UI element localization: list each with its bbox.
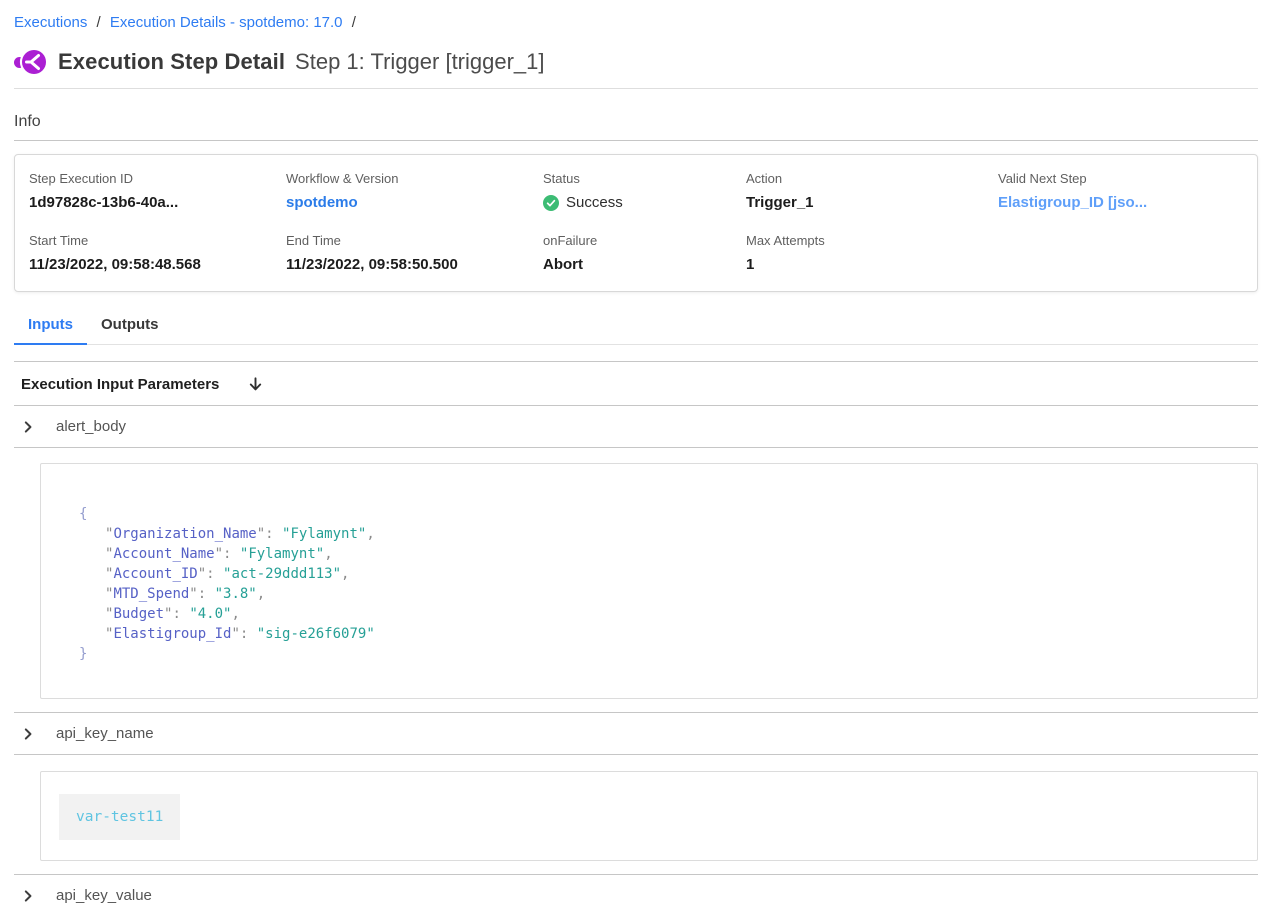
- param-row-api-key-name[interactable]: api_key_name: [14, 713, 1258, 755]
- page-subtitle: Step 1: Trigger [trigger_1]: [295, 49, 544, 75]
- api-key-name-value-card: var-test11: [40, 771, 1258, 861]
- breadcrumb-link-executions[interactable]: Executions: [14, 14, 87, 31]
- info-divider: [14, 140, 1258, 141]
- status-text: Success: [566, 194, 623, 211]
- field-label: Start Time: [29, 233, 286, 248]
- field-value: 11/23/2022, 09:58:50.500: [286, 256, 543, 273]
- param-label: api_key_name: [56, 725, 154, 742]
- field-label: Valid Next Step: [998, 171, 1243, 186]
- alert-body-value-card: {"Organization_Name": "Fylamynt","Accoun…: [40, 463, 1258, 699]
- info-card: Step Execution ID 1d97828c-13b6-40a... W…: [14, 154, 1258, 292]
- field-label: onFailure: [543, 233, 746, 248]
- workflow-brand-icon: [14, 46, 46, 78]
- title-row: Execution Step Detail Step 1: Trigger [t…: [14, 46, 1258, 78]
- chevron-right-icon: [21, 889, 35, 903]
- field-start-time: Start Time 11/23/2022, 09:58:48.568: [29, 233, 286, 273]
- title-divider: [14, 88, 1258, 89]
- param-label: api_key_value: [56, 887, 152, 904]
- execution-step-detail-page: Executions / Execution Details - spotdem…: [0, 0, 1272, 915]
- tab-inputs[interactable]: Inputs: [14, 309, 87, 345]
- execution-input-parameters-header: Execution Input Parameters: [14, 362, 1258, 406]
- section-title: Execution Input Parameters: [21, 376, 219, 393]
- workflow-link[interactable]: spotdemo: [286, 194, 543, 211]
- arrow-down-icon[interactable]: [247, 376, 264, 393]
- tab-outputs[interactable]: Outputs: [87, 309, 173, 345]
- breadcrumb-separator: /: [97, 14, 101, 31]
- json-code-block: {"Organization_Name": "Fylamynt","Accoun…: [79, 504, 1219, 664]
- field-label: Max Attempts: [746, 233, 998, 248]
- info-heading: Info: [14, 113, 1258, 131]
- breadcrumb-link-execution-details[interactable]: Execution Details - spotdemo: 17.0: [110, 14, 343, 31]
- param-label: alert_body: [56, 418, 126, 435]
- field-value: Trigger_1: [746, 194, 998, 211]
- field-value: 11/23/2022, 09:58:48.568: [29, 256, 286, 273]
- field-onfailure: onFailure Abort: [543, 233, 746, 273]
- field-value: Abort: [543, 256, 746, 273]
- field-step-execution-id: Step Execution ID 1d97828c-13b6-40a...: [29, 171, 286, 211]
- page-title: Execution Step Detail: [58, 49, 285, 75]
- success-check-icon: [543, 195, 559, 211]
- field-workflow-version: Workflow & Version spotdemo: [286, 171, 543, 211]
- field-valid-next-step: Valid Next Step Elastigroup_ID [jso...: [998, 171, 1243, 211]
- breadcrumb: Executions / Execution Details - spotdem…: [14, 14, 1258, 32]
- param-row-api-key-value[interactable]: api_key_value: [14, 875, 1258, 915]
- field-label: End Time: [286, 233, 543, 248]
- field-status: Status Success: [543, 171, 746, 211]
- field-action: Action Trigger_1: [746, 171, 998, 211]
- field-label: Workflow & Version: [286, 171, 543, 186]
- breadcrumb-separator: /: [352, 14, 356, 31]
- status-badge: Success: [543, 194, 746, 211]
- field-label: Step Execution ID: [29, 171, 286, 186]
- field-label: Action: [746, 171, 998, 186]
- field-value: 1: [746, 256, 998, 273]
- next-step-link[interactable]: Elastigroup_ID [jso...: [998, 194, 1243, 211]
- chevron-right-icon: [21, 727, 35, 741]
- api-key-name-value: var-test11: [59, 794, 180, 840]
- tabstrip: Inputs Outputs: [14, 309, 1258, 345]
- param-row-alert-body[interactable]: alert_body: [14, 406, 1258, 448]
- field-value: 1d97828c-13b6-40a...: [29, 194, 286, 211]
- field-label: Status: [543, 171, 746, 186]
- field-end-time: End Time 11/23/2022, 09:58:50.500: [286, 233, 543, 273]
- field-max-attempts: Max Attempts 1: [746, 233, 998, 273]
- chevron-right-icon: [21, 420, 35, 434]
